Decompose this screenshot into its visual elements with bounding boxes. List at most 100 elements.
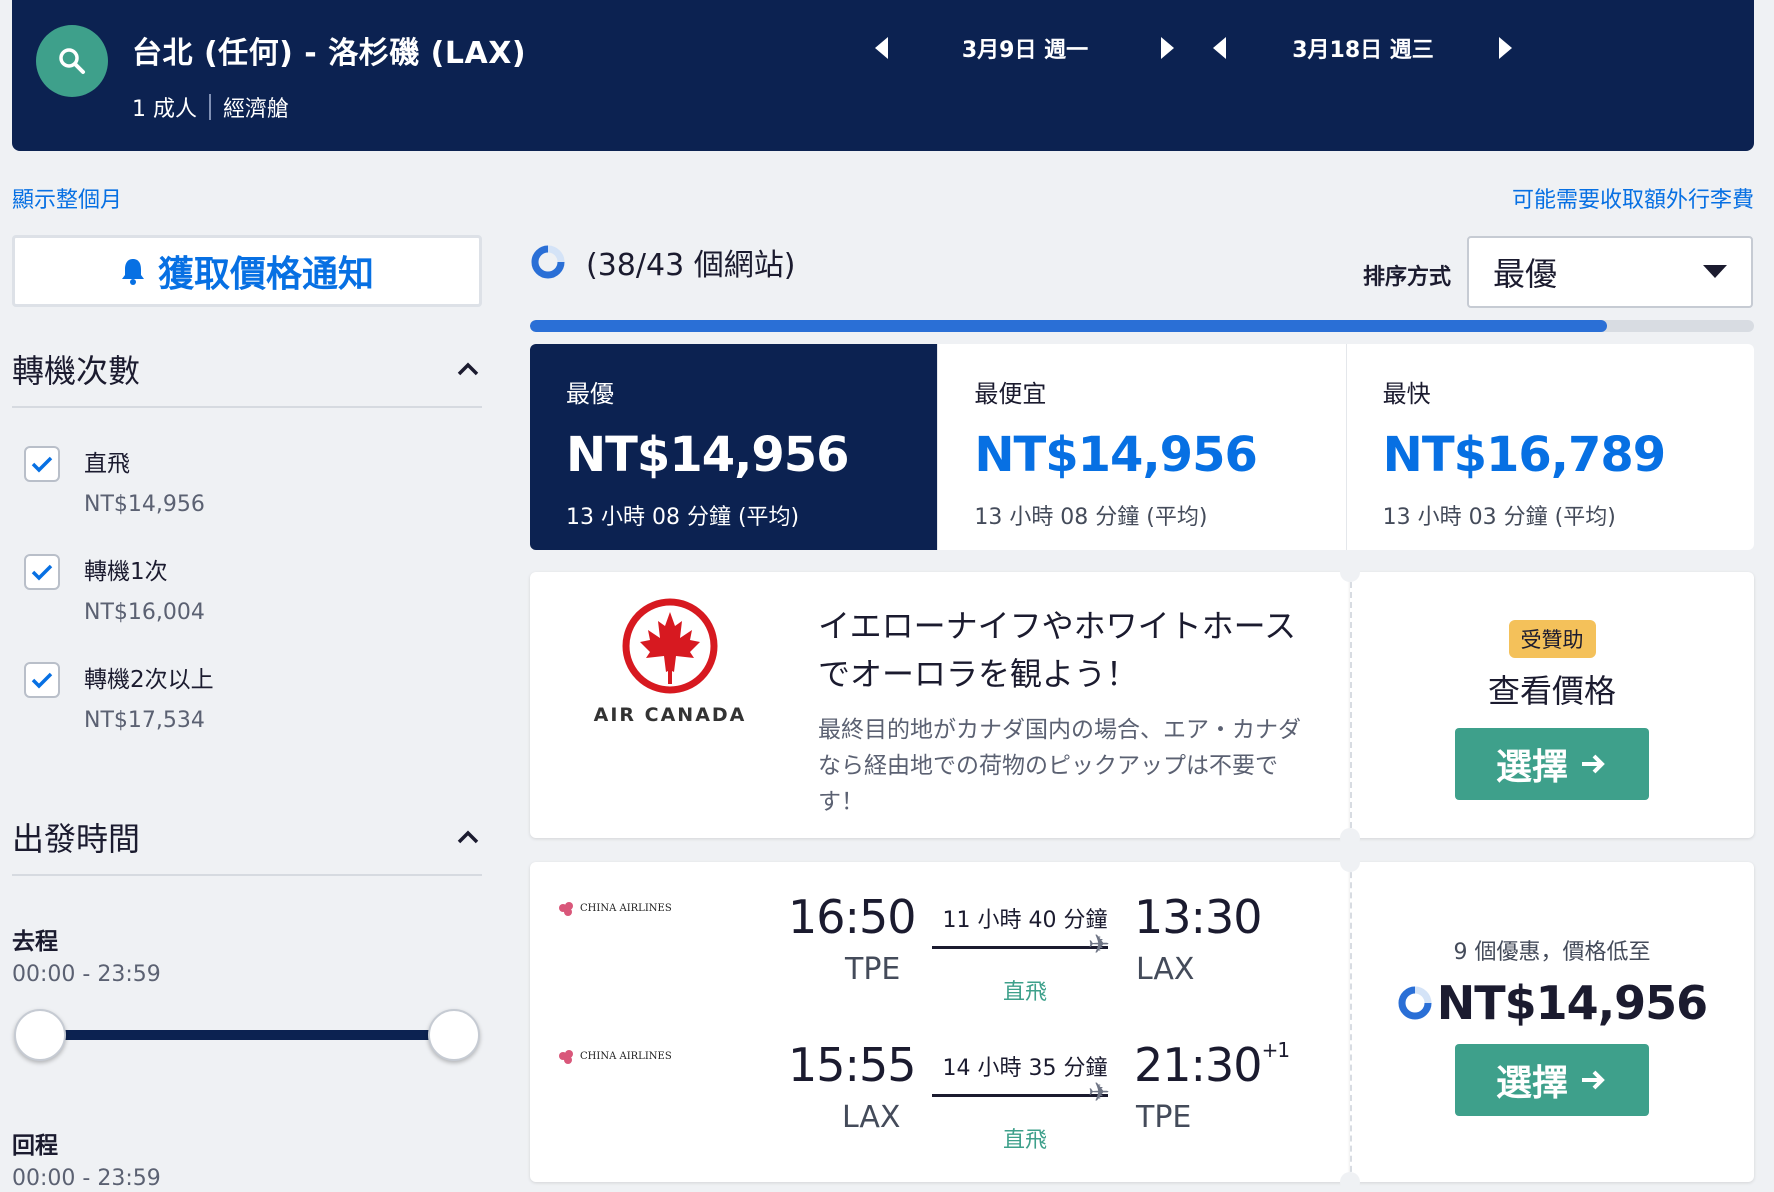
depart-time: 16:50	[788, 890, 917, 944]
route-line	[932, 1094, 1108, 1097]
one-stop-checkbox[interactable]	[24, 554, 60, 590]
search-header: 台北 (任何) - 洛杉磯 (LAX) 1 成人 經濟艙 3月9日 週一 3月1…	[12, 0, 1754, 151]
maple-leaf-logo-icon	[622, 598, 718, 694]
prev-depart-date-button[interactable]	[864, 28, 900, 68]
return-label: 回程	[12, 1133, 58, 1159]
tab-label: 最優	[566, 380, 614, 408]
stop-option-label: 轉機1次	[84, 559, 168, 585]
card-divider	[1350, 572, 1352, 838]
sponsored-ad-card[interactable]: AIR CANADA イエローナイフやホワイトホースでオーロラを観よう！ 最終目…	[530, 562, 1754, 848]
show-whole-month-link[interactable]: 顯示整個月	[12, 182, 122, 214]
tab-price: NT$16,789	[1382, 427, 1667, 483]
chevron-up-icon[interactable]	[454, 355, 482, 383]
stops-label: 直飛	[1002, 980, 1047, 1005]
tab-best[interactable]: 最優 NT$14,956 13 小時 08 分鐘 (平均)	[530, 344, 939, 550]
slider-end-handle[interactable]	[428, 1009, 480, 1061]
route-line	[932, 946, 1108, 949]
sort-tabs: 最優 NT$14,956 13 小時 08 分鐘 (平均) 最便宜 NT$14,…	[530, 344, 1754, 550]
slider-start-handle[interactable]	[14, 1009, 66, 1061]
ad-description: 最終目的地がカナダ国内の場合、エア・カナダなら経由地での荷物のピックアップは不要…	[818, 717, 1301, 815]
flight-price-panel: 9 個優惠，價格低至 NT$14,956 選擇	[1350, 862, 1754, 1182]
baggage-fee-link[interactable]: 可能需要收取額外行李費	[1512, 182, 1754, 214]
outbound-time-slider[interactable]	[40, 1030, 460, 1040]
stop-option-two-plus[interactable]: 轉機2次以上 NT$17,534	[24, 662, 214, 733]
outbound-label: 去程	[12, 929, 58, 955]
arrive-time-value: 21:30	[1134, 1038, 1263, 1092]
price-alert-label: 獲取價格通知	[157, 254, 374, 295]
checkmark-icon	[31, 564, 53, 581]
lowest-price-value: NT$14,956	[1436, 976, 1708, 1030]
ad-select-button[interactable]: 選擇	[1455, 728, 1649, 800]
ticket-notch	[1340, 1172, 1360, 1192]
stop-option-price: NT$16,004	[84, 600, 205, 625]
price-alert-button[interactable]: 獲取價格通知	[12, 235, 482, 307]
stop-option-one-stop[interactable]: 轉機1次 NT$16,004	[24, 554, 205, 625]
tab-price: NT$14,956	[974, 427, 1258, 483]
departure-time-filter-title: 出發時間	[12, 820, 141, 858]
depart-time: 15:55	[788, 1038, 917, 1092]
tab-label: 最快	[1382, 380, 1431, 408]
two-plus-stops-checkbox[interactable]	[24, 662, 60, 698]
sort-dropdown[interactable]: 最優	[1467, 236, 1753, 308]
china-airlines-logo: CHINA AIRLINES	[556, 1048, 672, 1066]
tab-cheapest[interactable]: 最便宜 NT$14,956 13 小時 08 分鐘 (平均)	[938, 344, 1347, 550]
ad-content[interactable]: AIR CANADA イエローナイフやホワイトホースでオーロラを観よう！ 最終目…	[530, 572, 1350, 838]
tab-duration: 13 小時 03 分鐘 (平均)	[1382, 505, 1616, 530]
progress-fill	[530, 320, 1608, 332]
arrive-time: 13:30	[1134, 890, 1263, 944]
air-canada-logo: AIR CANADA	[580, 596, 760, 726]
direct-checkbox[interactable]	[24, 446, 60, 482]
airline-name: CHINA AIRLINES	[580, 1051, 672, 1062]
stops-label: 直飛	[1002, 1128, 1047, 1153]
depart-date-picker: 3月9日 週一	[864, 28, 1186, 68]
next-depart-date-button[interactable]	[1150, 28, 1186, 68]
return-date[interactable]: 3月18日 週三	[1238, 32, 1488, 64]
tab-price: NT$14,956	[566, 427, 850, 483]
route-title[interactable]: 台北 (任何) - 洛杉磯 (LAX)	[132, 28, 526, 72]
stop-option-price: NT$17,534	[84, 708, 205, 733]
card-divider	[1350, 862, 1352, 1182]
airline-logo-text: AIR CANADA	[593, 704, 747, 726]
bell-icon	[121, 259, 144, 285]
outbound-time-range: 00:00 - 23:59	[12, 962, 161, 987]
sort-label: 排序方式	[1363, 265, 1452, 290]
stops-filter-title: 轉機次數	[12, 352, 141, 390]
departure-time-filter-header[interactable]: 出發時間	[12, 814, 482, 876]
plum-blossom-logo-icon	[559, 902, 573, 916]
next-return-date-button[interactable]	[1488, 28, 1524, 68]
flight-itinerary[interactable]: CHINA AIRLINES 16:50 TPE 11 小時 40 分鐘 ✈ 直…	[530, 862, 1350, 1182]
checkmark-icon	[31, 672, 53, 689]
chevron-right-icon	[1161, 37, 1174, 59]
stops-filter-header[interactable]: 轉機次數	[12, 346, 482, 408]
arrow-right-icon	[1582, 754, 1605, 774]
day-offset: +1	[1261, 1038, 1291, 1062]
search-button[interactable]	[36, 25, 108, 97]
arrive-airport: LAX	[1136, 952, 1195, 987]
tab-fastest[interactable]: 最快 NT$16,789 13 小時 03 分鐘 (平均)	[1347, 344, 1754, 550]
arrive-airport: TPE	[1136, 1100, 1192, 1135]
ticket-notch	[1340, 828, 1360, 848]
ad-title: イエローナイフやホワイトホースでオーロラを観よう！	[818, 607, 1297, 693]
stop-option-direct[interactable]: 直飛 NT$14,956	[24, 446, 205, 517]
depart-date[interactable]: 3月9日 週一	[900, 32, 1150, 64]
cabin-class: 經濟艙	[223, 97, 290, 122]
trip-details[interactable]: 1 成人 經濟艙	[132, 91, 289, 123]
plane-icon: ✈	[1088, 930, 1110, 960]
chevron-left-icon	[1213, 37, 1226, 59]
progress-text: (38/43 個網站)	[586, 248, 796, 283]
flight-result-card[interactable]: CHINA AIRLINES 16:50 TPE 11 小時 40 分鐘 ✈ 直…	[530, 852, 1754, 1192]
depart-airport: TPE	[845, 952, 901, 987]
chevron-left-icon	[875, 37, 888, 59]
stop-option-price: NT$14,956	[84, 492, 205, 517]
flight-select-button[interactable]: 選擇	[1455, 1044, 1649, 1116]
search-progress: (38/43 個網站)	[530, 240, 795, 284]
select-button-label: 選擇	[1495, 1063, 1568, 1104]
passenger-count: 1 成人	[132, 97, 197, 122]
prev-return-date-button[interactable]	[1202, 28, 1238, 68]
outbound-leg: CHINA AIRLINES 16:50 TPE 11 小時 40 分鐘 ✈ 直…	[530, 862, 1350, 1012]
return-date-picker: 3月18日 週三	[1202, 28, 1524, 68]
chevron-right-icon	[1499, 37, 1512, 59]
sponsored-badge: 受贊助	[1508, 620, 1596, 658]
page: 台北 (任何) - 洛杉磯 (LAX) 1 成人 經濟艙 3月9日 週一 3月1…	[0, 0, 1774, 1192]
chevron-up-icon[interactable]	[454, 823, 482, 851]
